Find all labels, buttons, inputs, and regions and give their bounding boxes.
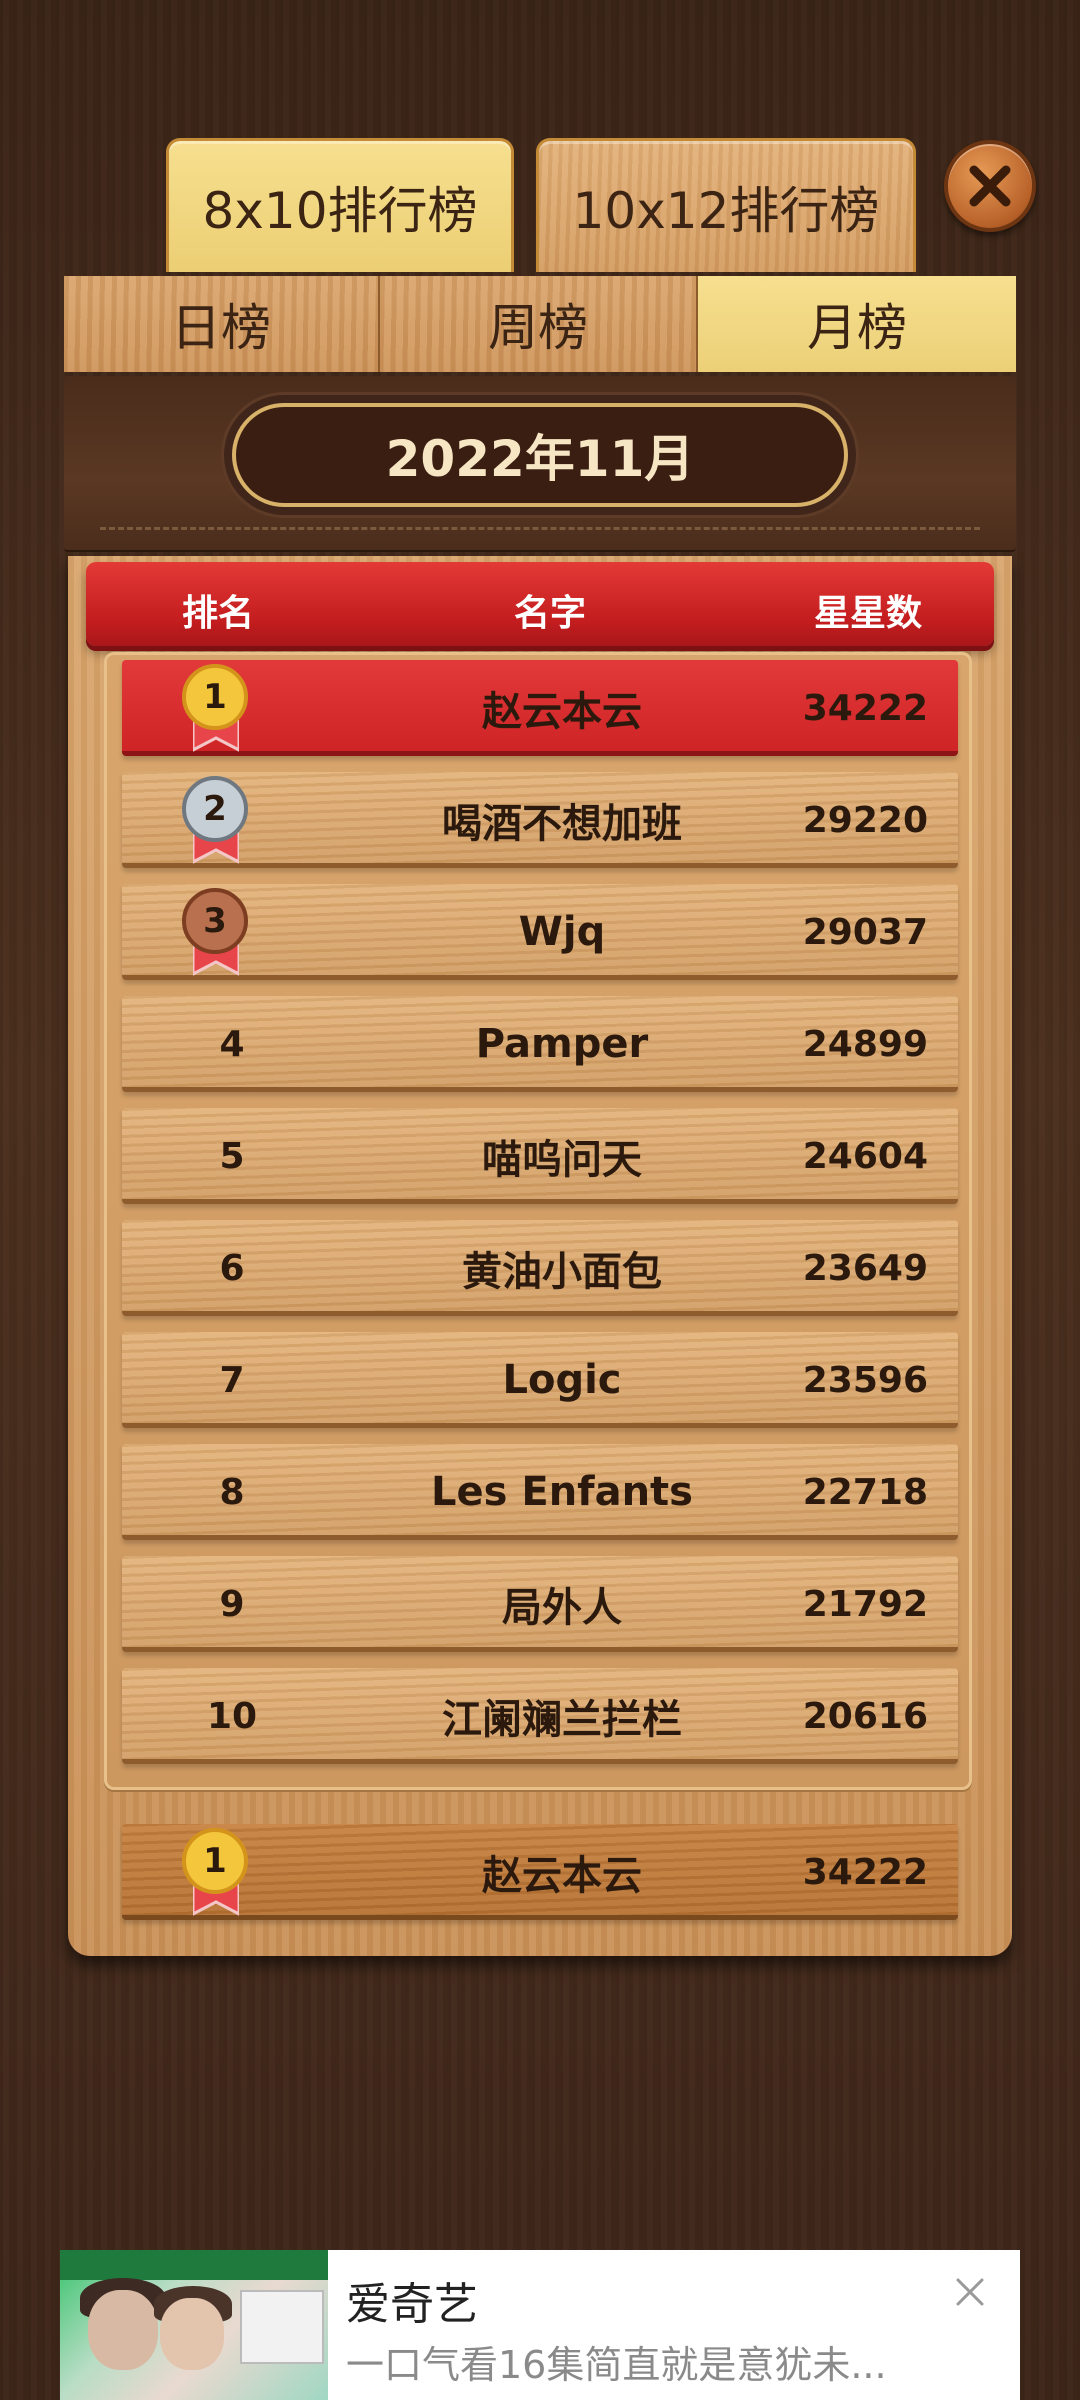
rank-number: 10	[206, 1695, 258, 1737]
ad-title[interactable]: 爱奇艺	[346, 2268, 478, 2332]
star-count: 20616	[802, 1695, 928, 1737]
star-count: 29037	[802, 911, 928, 953]
tab-daily[interactable]: 日榜	[64, 276, 380, 372]
rank-number: 8	[219, 1471, 245, 1513]
ranking-row[interactable]: 9 局外人 21792	[122, 1556, 958, 1652]
rank-number: 9	[219, 1583, 245, 1625]
close-button[interactable]	[944, 140, 1036, 232]
ranking-row[interactable]: 4 Pamper 24899	[122, 996, 958, 1092]
period-title: 2022年11月	[232, 403, 848, 507]
medal-rank: 1	[182, 664, 248, 730]
star-count: 34222	[802, 1851, 928, 1893]
close-icon[interactable]	[952, 2274, 988, 2310]
star-count: 34222	[802, 687, 928, 729]
close-icon	[969, 165, 1011, 207]
column-name: 名字	[514, 593, 587, 634]
star-count: 21792	[802, 1583, 928, 1625]
tab-monthly[interactable]: 月榜	[698, 276, 1016, 372]
medal-rank: 2	[182, 776, 248, 842]
ad-thumbnail-figure	[160, 2298, 224, 2370]
star-count: 24604	[802, 1135, 928, 1177]
ranking-row[interactable]: 8 Les Enfants 22718	[122, 1444, 958, 1540]
star-count: 24899	[802, 1023, 928, 1065]
ranking-row[interactable]: 5 喵呜问天 24604	[122, 1108, 958, 1204]
rank-number: 5	[219, 1135, 245, 1177]
stitch-divider	[100, 527, 980, 530]
medal-rank: 1	[182, 1828, 248, 1894]
column-stars: 星星数	[814, 593, 923, 634]
tab-10x12-leaderboard[interactable]: 10x12排行榜	[536, 138, 916, 272]
rank-number: 4	[219, 1023, 245, 1065]
star-count: 23596	[802, 1359, 928, 1401]
tab-8x10-leaderboard[interactable]: 8x10排行榜	[166, 138, 514, 272]
star-count: 23649	[802, 1247, 928, 1289]
tab-weekly[interactable]: 周榜	[380, 276, 698, 372]
ad-thumbnail-figure	[88, 2290, 158, 2370]
ranking-row[interactable]: 10 江阑斓兰拦栏 20616	[122, 1668, 958, 1764]
ranking-row[interactable]: 6 黄油小面包 23649	[122, 1220, 958, 1316]
my-rank-row[interactable]: 1 赵云本云 34222	[122, 1824, 958, 1920]
gold-medal-icon: 1	[182, 664, 252, 756]
gold-medal-icon: 1	[182, 1828, 252, 1920]
silver-medal-icon: 2	[182, 776, 252, 868]
ad-description[interactable]: 一口气看16集简直就是意犹未...	[346, 2334, 887, 2389]
medal-rank: 3	[182, 888, 248, 954]
rank-number: 7	[219, 1359, 245, 1401]
ad-thumbnail-header	[60, 2250, 328, 2280]
ranking-row[interactable]: 3 Wjq 29037	[122, 884, 958, 980]
bronze-medal-icon: 3	[182, 888, 252, 980]
column-header-bar: 排名 名字 星星数	[86, 562, 994, 646]
rank-number: 6	[219, 1247, 245, 1289]
star-count: 29220	[802, 799, 928, 841]
ranking-row[interactable]: 7 Logic 23596	[122, 1332, 958, 1428]
ad-thumbnail[interactable]	[60, 2250, 328, 2400]
ad-thumbnail-panel	[240, 2290, 324, 2364]
column-rank: 排名	[182, 593, 255, 634]
ranking-row[interactable]: 2 喝酒不想加班 29220	[122, 772, 958, 868]
star-count: 22718	[802, 1471, 928, 1513]
ranking-row[interactable]: 1 赵云本云 34222	[122, 660, 958, 756]
